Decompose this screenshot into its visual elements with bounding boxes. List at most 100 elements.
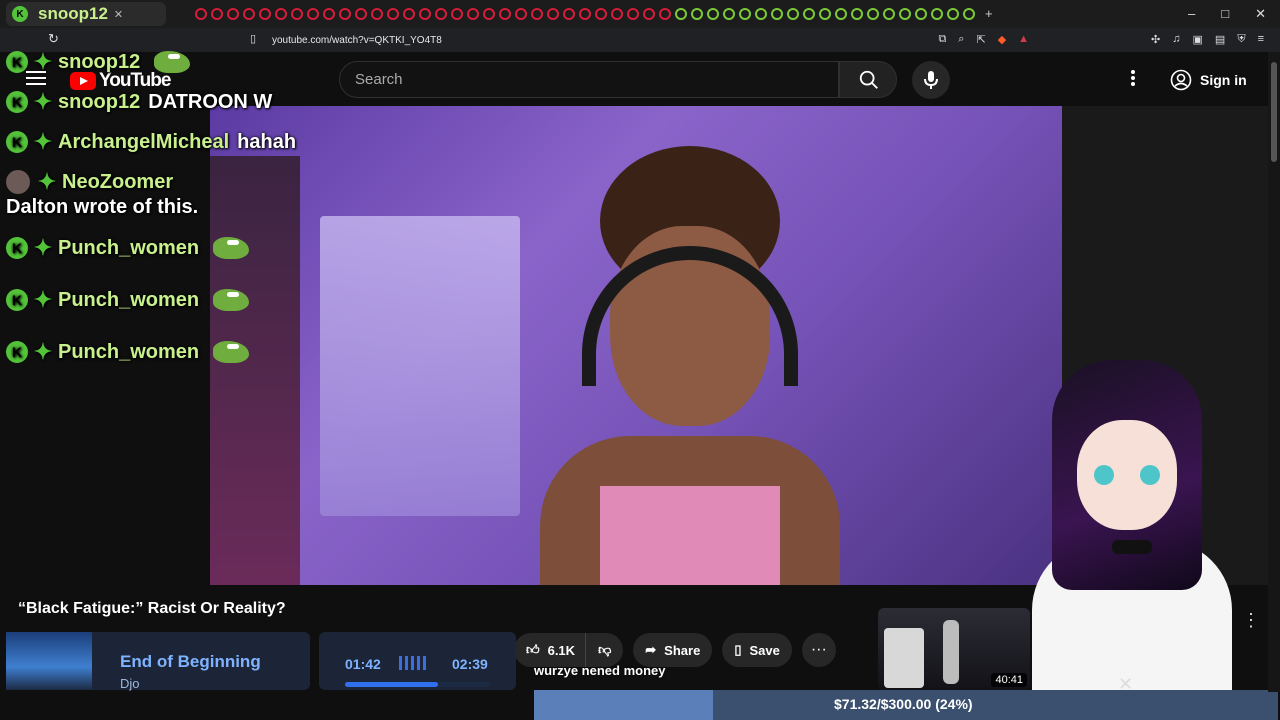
search-button[interactable] <box>839 61 897 98</box>
search-input[interactable]: Search <box>339 61 839 98</box>
thumbnail-person <box>943 620 959 684</box>
tab-title: snoop12 <box>38 4 108 23</box>
brave-shield-icon[interactable]: ◆ <box>998 33 1006 46</box>
tab-close-icon[interactable]: ✕ <box>114 8 123 21</box>
tab-icon[interactable] <box>307 8 319 20</box>
page-scrollbar[interactable] <box>1268 52 1280 692</box>
tab-icon[interactable] <box>387 8 399 20</box>
tab-icon[interactable] <box>691 8 703 20</box>
chat-message: K ✦ snoop12 DATROON W <box>6 82 306 122</box>
tab-icon[interactable] <box>547 8 559 20</box>
tab-icon[interactable] <box>195 8 207 20</box>
minimize-button[interactable]: – <box>1188 6 1195 22</box>
video-player[interactable] <box>210 106 1062 585</box>
total-time: 02:39 <box>452 656 488 672</box>
new-tab-button[interactable]: + <box>985 7 993 20</box>
tab-icon[interactable] <box>243 8 255 20</box>
diamond-badge-icon: ✦ <box>33 49 53 74</box>
tab-icon[interactable] <box>259 8 271 20</box>
tab-icon[interactable] <box>867 8 879 20</box>
tab-icon[interactable] <box>803 8 815 20</box>
tab-icon[interactable] <box>403 8 415 20</box>
tab-icon[interactable] <box>947 8 959 20</box>
tab-icon[interactable] <box>595 8 607 20</box>
tab-icon[interactable] <box>771 8 783 20</box>
tab-icon[interactable] <box>963 8 975 20</box>
like-button[interactable]: 👍︎ 6.1K <box>514 633 586 667</box>
tab-icon[interactable] <box>851 8 863 20</box>
tab-icon[interactable] <box>451 8 463 20</box>
tab-icon[interactable] <box>531 8 543 20</box>
tab-icon[interactable] <box>435 8 447 20</box>
tab-icon[interactable] <box>915 8 927 20</box>
share-icon: ➦ <box>645 642 657 657</box>
tab-icon[interactable] <box>419 8 431 20</box>
tab-icon[interactable] <box>755 8 767 20</box>
tab-icon[interactable] <box>323 8 335 20</box>
tab-icon[interactable] <box>355 8 367 20</box>
tab-icon[interactable] <box>659 8 671 20</box>
chat-username: Punch_women <box>58 340 200 363</box>
tab-icon[interactable] <box>275 8 287 20</box>
share-button[interactable]: ➦ Share <box>633 633 713 667</box>
suggested-video-thumbnail[interactable]: 40:41 <box>878 608 1030 690</box>
media-icon[interactable]: ♫ <box>1172 33 1180 46</box>
tab-icon[interactable] <box>499 8 511 20</box>
tab-icon[interactable] <box>467 8 479 20</box>
diamond-badge-icon: ✦ <box>33 129 53 154</box>
video-actions: 👍︎ 6.1K 👎︎ ➦ Share ▯ Save ··· <box>514 633 836 667</box>
settings-kebab-icon[interactable] <box>1131 70 1135 86</box>
tab-icon[interactable] <box>515 8 527 20</box>
share-page-icon[interactable]: ⇱ <box>976 33 985 46</box>
tab-icon[interactable] <box>787 8 799 20</box>
tab-icon[interactable] <box>227 8 239 20</box>
tab-icon[interactable] <box>707 8 719 20</box>
extension-icon[interactable]: ⧉ <box>938 33 946 46</box>
zoom-icon[interactable]: ⌕ <box>958 33 964 46</box>
chat-username: ArchangelMicheal <box>58 130 230 153</box>
diamond-badge-icon: ✦ <box>33 235 53 260</box>
dislike-button[interactable]: 👎︎ <box>585 633 624 667</box>
close-button[interactable]: ✕ <box>1255 6 1266 22</box>
tab-icon[interactable] <box>739 8 751 20</box>
chat-username: Punch_women <box>58 236 200 259</box>
extensions-icon[interactable]: ✣ <box>1151 33 1160 46</box>
sign-in-button[interactable]: Sign in <box>1160 65 1257 95</box>
active-tab[interactable]: K snoop12 ✕ <box>6 2 166 26</box>
maximize-button[interactable]: □ <box>1221 6 1229 22</box>
tab-icon[interactable] <box>643 8 655 20</box>
tab-icon[interactable] <box>835 8 847 20</box>
suggested-kebab-icon[interactable]: ⋮ <box>1242 610 1260 631</box>
tab-icon[interactable] <box>675 8 687 20</box>
voice-search-button[interactable] <box>912 61 950 99</box>
more-actions-button[interactable]: ··· <box>801 633 836 667</box>
song-title: End of Beginning <box>120 652 261 671</box>
sidebar-icon[interactable]: ▣ <box>1193 33 1203 46</box>
chat-text: Dalton wrote of this. <box>6 195 199 218</box>
chat-text: DATROON W <box>148 90 273 113</box>
tab-icon[interactable] <box>899 8 911 20</box>
url-field[interactable]: youtube.com/watch?v=QKTKI_YO4T8 <box>272 32 972 49</box>
tab-icon[interactable] <box>611 8 623 20</box>
scrollbar-thumb[interactable] <box>1271 62 1277 162</box>
rewards-icon[interactable]: ▲ <box>1018 33 1029 46</box>
video-duration: 40:41 <box>991 673 1027 687</box>
tab-icon[interactable] <box>339 8 351 20</box>
browser-menu-icon[interactable]: ≡ <box>1258 33 1264 46</box>
tab-icon[interactable] <box>291 8 303 20</box>
tab-icon[interactable] <box>483 8 495 20</box>
tab-icon[interactable] <box>931 8 943 20</box>
save-button[interactable]: ▯ Save <box>722 633 792 667</box>
chat-text: hahah <box>237 130 297 153</box>
wallet-icon[interactable]: ▤ <box>1215 33 1225 46</box>
vpn-icon[interactable]: ⛨ <box>1237 33 1245 46</box>
tab-icon[interactable] <box>883 8 895 20</box>
vtuber-avatar <box>1032 350 1242 690</box>
tab-icon[interactable] <box>627 8 639 20</box>
tab-icon[interactable] <box>563 8 575 20</box>
tab-icon[interactable] <box>723 8 735 20</box>
tab-icon[interactable] <box>579 8 591 20</box>
tab-icon[interactable] <box>211 8 223 20</box>
tab-icon[interactable] <box>819 8 831 20</box>
tab-icon[interactable] <box>371 8 383 20</box>
